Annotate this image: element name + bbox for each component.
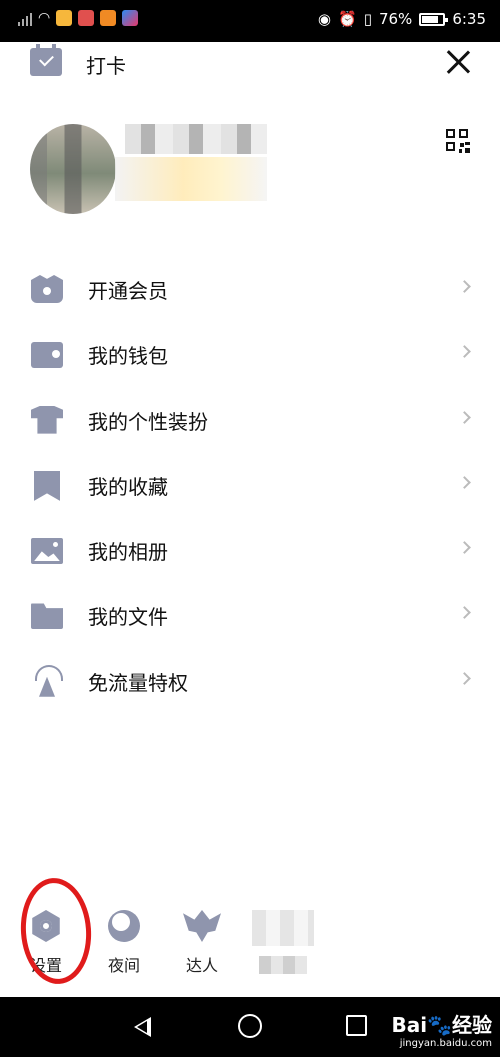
menu-item-vip[interactable]: 开通会员	[0, 257, 500, 322]
clock: 6:35	[452, 10, 486, 28]
wallet-icon	[31, 342, 63, 369]
system-nav-bar: Bai🐾经验 jingyan.baidu.com	[0, 997, 500, 1057]
watermark-logo: Bai🐾经验	[391, 1013, 493, 1037]
cell-signal-icon	[18, 10, 32, 26]
chevron-right-icon	[458, 280, 471, 293]
photo-icon	[31, 538, 63, 565]
status-bar: ◠ ◉ ⏰ ▯ 76% 6:35	[0, 0, 500, 42]
baidu-jingyan-watermark: Bai🐾经验 jingyan.baidu.com	[392, 1009, 493, 1049]
redacted-shortcut-icon	[252, 910, 314, 946]
chevron-right-icon	[458, 476, 471, 489]
chevron-right-icon	[458, 541, 471, 555]
chevron-right-icon	[458, 345, 471, 359]
username-redacted[interactable]	[125, 124, 267, 154]
checkin-label[interactable]: 打卡	[86, 50, 126, 79]
home-icon[interactable]	[238, 1014, 262, 1038]
bookmark-icon	[34, 470, 60, 501]
vibrate-icon: ▯	[363, 10, 372, 28]
wifi-icon: ◠	[38, 10, 51, 26]
menu-item-label: 我的收藏	[88, 474, 168, 499]
shirt-icon	[31, 405, 63, 434]
signature-redacted[interactable]	[115, 157, 267, 201]
redacted-shortcut-label	[259, 956, 307, 974]
battery-percent: 76%	[378, 10, 413, 28]
watermark-url: jingyan.baidu.com	[399, 1038, 492, 1049]
close-icon[interactable]	[444, 48, 472, 76]
menu-item-favorites[interactable]: 我的收藏	[0, 453, 500, 518]
alarm-icon: ⏰	[338, 10, 357, 28]
menu-item-personalization[interactable]: 我的个性装扮	[0, 388, 500, 453]
menu-item-label: 我的文件	[88, 605, 168, 630]
menu-item-wallet[interactable]: 我的钱包	[0, 322, 500, 387]
signal-tower-icon	[31, 664, 63, 695]
back-icon[interactable]	[134, 1017, 151, 1037]
menu-item-label: 我的钱包	[88, 344, 168, 369]
status-left-icons: ◠	[18, 10, 139, 26]
night-mode-label: 夜间	[107, 956, 140, 975]
redacted-shortcut[interactable]	[248, 910, 318, 974]
night-mode-button[interactable]: 夜间	[94, 910, 154, 976]
recent-apps-icon[interactable]	[346, 1015, 367, 1036]
menu-item-label: 我的个性装扮	[88, 409, 208, 434]
moon-icon	[108, 910, 140, 942]
crown-icon	[31, 275, 63, 303]
eye-comfort-icon: ◉	[317, 10, 332, 28]
expert-label: 达人	[185, 956, 218, 975]
menu-item-album[interactable]: 我的相册	[0, 518, 500, 583]
avatar[interactable]	[30, 124, 116, 214]
menu-item-label: 开通会员	[88, 279, 168, 303]
menu-item-label: 我的相册	[88, 540, 168, 565]
status-right-icons: ◉ ⏰ ▯ 76% 6:35	[318, 10, 486, 28]
chevron-right-icon	[458, 606, 471, 620]
notification-app-icon	[122, 10, 139, 26]
notification-app-icon	[56, 10, 73, 26]
menu-item-free-data[interactable]: 免流量特权	[0, 649, 500, 714]
folder-icon	[31, 603, 63, 630]
chevron-right-icon	[458, 410, 471, 424]
menu-item-files[interactable]: 我的文件	[0, 583, 500, 648]
chevron-right-icon	[458, 671, 471, 685]
drawer-menu: 开通会员 我的钱包 我的个性装扮 我的收藏 我的相册 我的文件 免流量特权	[0, 257, 500, 714]
calendar-check-icon[interactable]	[30, 44, 62, 76]
menu-item-label: 免流量特权	[88, 670, 188, 695]
expert-button[interactable]: 达人	[172, 910, 232, 976]
notification-app-icon	[78, 10, 95, 26]
battery-icon	[419, 12, 449, 26]
qr-code-icon[interactable]	[446, 129, 470, 153]
drawer-header: 打卡	[0, 42, 500, 86]
expert-badge-icon	[183, 910, 221, 942]
notification-app-icon	[100, 10, 117, 26]
